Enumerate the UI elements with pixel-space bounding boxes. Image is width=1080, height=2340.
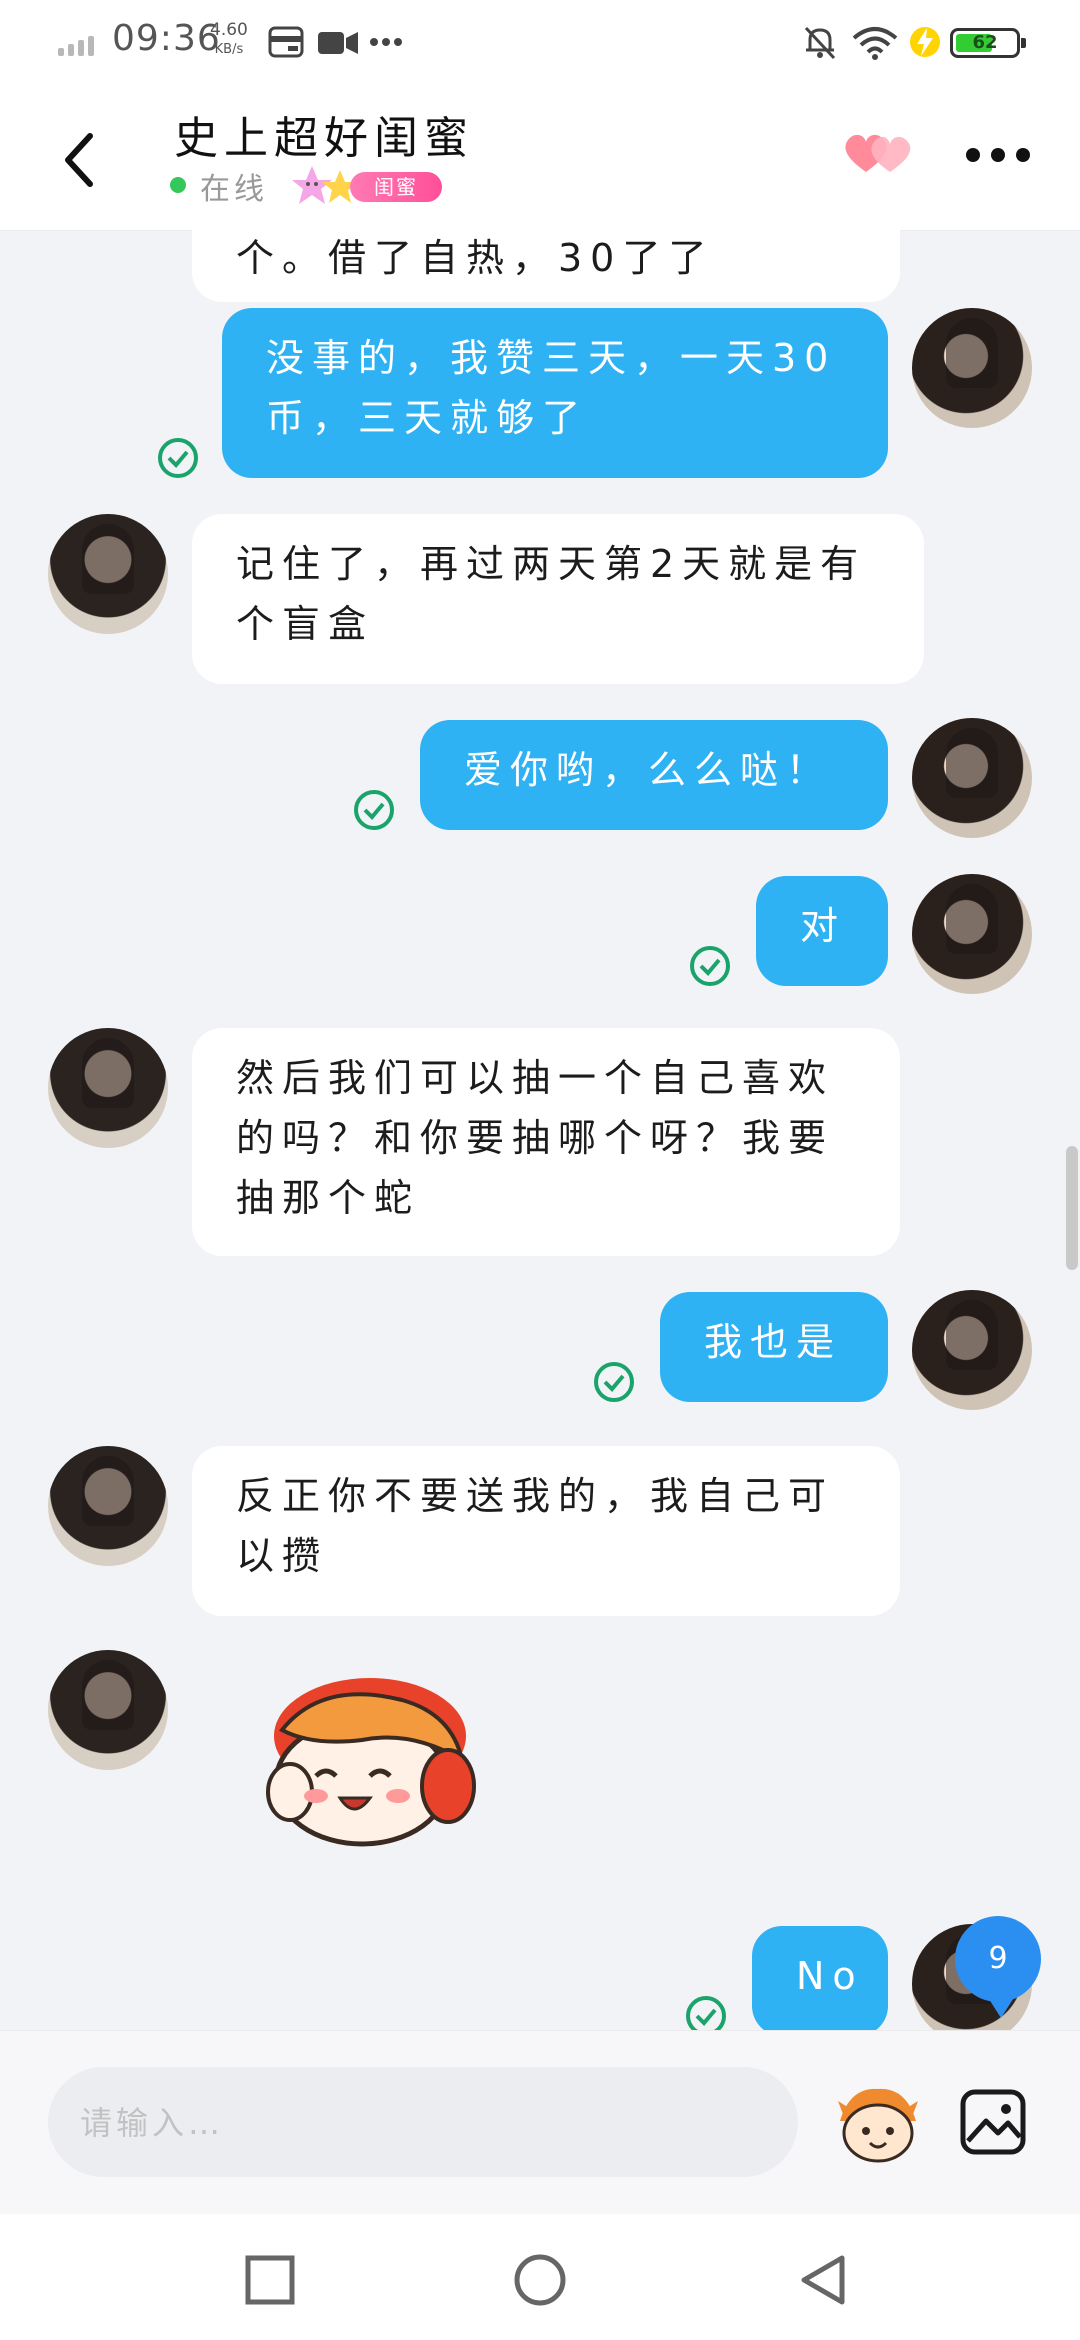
scrollbar[interactable]	[1066, 1146, 1078, 1270]
message-text: 然后我们可以抽一个自己喜欢的吗？和你要抽哪个呀？我要抽那个蛇	[236, 1056, 835, 1220]
online-status-dot	[170, 177, 186, 193]
network-speed-unit: KB/s	[214, 42, 244, 57]
read-check-icon	[354, 790, 394, 830]
status-time: 09:36	[112, 18, 221, 59]
message-text: 个。借了自热，30了了	[236, 236, 715, 280]
read-check-icon	[594, 1362, 634, 1402]
message-text: 反正你不要送我的，我自己可以攒	[236, 1474, 835, 1578]
my-avatar[interactable]	[912, 718, 1032, 838]
my-avatar[interactable]	[912, 1290, 1032, 1410]
charging-bolt-icon	[910, 27, 940, 57]
mute-bell-icon	[804, 26, 836, 60]
battery-level: 62	[972, 32, 998, 53]
video-icon	[318, 32, 358, 54]
triangle-back-icon[interactable]	[796, 2252, 852, 2308]
back-arrow-icon[interactable]	[52, 120, 112, 200]
message-input-container[interactable]	[48, 2067, 798, 2179]
cartoon-sticker[interactable]	[252, 1670, 482, 1860]
message-bubble-incoming[interactable]: 记住了，再过两天第2天就是有个盲盒	[192, 514, 924, 684]
emoji-sticker-icon[interactable]	[830, 2081, 926, 2167]
message-bubble-outgoing[interactable]: 没事的，我赞三天，一天30币，三天就够了	[222, 308, 888, 478]
friend-avatar[interactable]	[48, 1650, 168, 1770]
message-bubble-outgoing[interactable]: 我也是	[660, 1292, 888, 1402]
read-check-icon	[158, 438, 198, 478]
status-bar: 09:36 4.60 KB/s 62	[0, 0, 1080, 84]
signal-icon	[58, 32, 102, 56]
message-bubble-outgoing[interactable]: 爱你哟，么么哒！	[420, 720, 888, 830]
chat-title[interactable]: 史上超好闺蜜	[174, 102, 474, 166]
system-nav-bar	[0, 2214, 1080, 2340]
my-avatar[interactable]	[912, 308, 1032, 428]
input-bar	[0, 2030, 1080, 2215]
message-bubble-incoming[interactable]: 然后我们可以抽一个自己喜欢的吗？和你要抽哪个呀？我要抽那个蛇	[192, 1028, 900, 1256]
message-bubble-outgoing[interactable]: No	[752, 1926, 888, 2030]
message-text: 对	[800, 904, 847, 948]
relationship-tag-label: 闺蜜	[350, 172, 442, 202]
network-speed-value: 4.60	[210, 20, 248, 40]
my-avatar[interactable]	[912, 874, 1032, 994]
wifi-icon	[852, 27, 898, 60]
wallet-icon	[268, 26, 304, 58]
online-status: 在线	[200, 172, 268, 207]
message-list[interactable]: 个。借了自热，30了了 没事的，我赞三天，一天30币，三天就够了 记住了，再过两…	[0, 230, 1080, 2030]
friend-avatar[interactable]	[48, 1446, 168, 1566]
message-text: 我也是	[704, 1320, 843, 1364]
message-text: 没事的，我赞三天，一天30币，三天就够了	[266, 336, 837, 440]
unread-count-badge[interactable]: 9	[955, 1916, 1041, 2018]
more-notifications-icon	[370, 38, 402, 46]
friend-avatar[interactable]	[48, 514, 168, 634]
read-check-icon	[686, 1996, 726, 2030]
square-icon[interactable]	[242, 2252, 298, 2308]
message-bubble-incoming[interactable]: 反正你不要送我的，我自己可以攒	[192, 1446, 900, 1616]
message-text: 爱你哟，么么哒！	[464, 748, 833, 792]
read-check-icon	[690, 946, 730, 986]
battery-indicator: 62	[950, 28, 1026, 58]
message-bubble-outgoing[interactable]: 对	[756, 876, 888, 986]
message-bubble-incoming[interactable]: 个。借了自热，30了了	[192, 230, 900, 302]
more-dots-icon[interactable]	[966, 148, 1030, 164]
image-icon[interactable]	[958, 2087, 1028, 2157]
network-speed: 4.60 KB/s	[210, 20, 248, 60]
circle-icon[interactable]	[512, 2252, 568, 2308]
message-input[interactable]	[78, 2067, 772, 2179]
hearts-icon[interactable]	[840, 124, 916, 180]
chat-header: 史上超好闺蜜 在线 闺蜜	[0, 84, 1080, 231]
message-text: 记住了，再过两天第2天就是有个盲盒	[236, 542, 867, 646]
message-text: No	[796, 1954, 864, 1998]
friend-avatar[interactable]	[48, 1028, 168, 1148]
